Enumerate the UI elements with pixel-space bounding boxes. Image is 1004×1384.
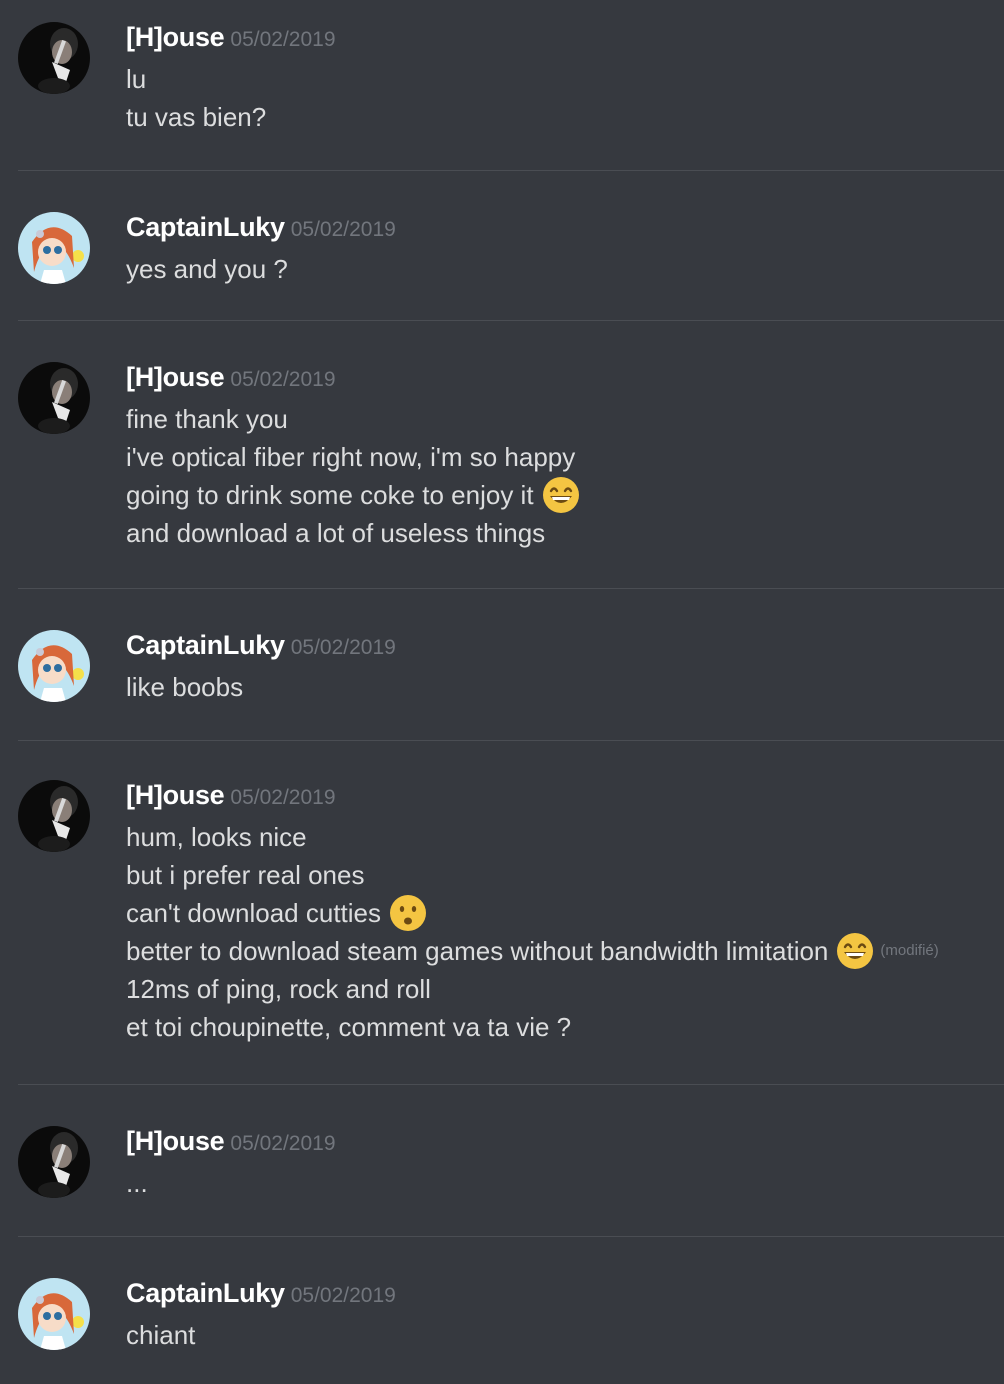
message-header: CaptainLuky 05/02/2019 [126, 212, 396, 248]
message-content: lu tu vas bien? [126, 60, 266, 136]
username[interactable]: [H]ouse [126, 22, 225, 52]
message-text: yes and you ? [126, 254, 288, 284]
captainluky-avatar[interactable] [18, 212, 90, 284]
message-text: and download a lot of useless things [126, 518, 546, 548]
username[interactable]: [H]ouse [126, 1126, 225, 1156]
message-line: fine thank you [126, 400, 580, 438]
message-line: but i prefer real ones [126, 856, 939, 894]
timestamp: 05/02/2019 [290, 218, 396, 241]
message-text: ... [126, 1168, 148, 1198]
message-divider [18, 740, 1004, 741]
grinning-smiling-eyes-icon[interactable] [836, 932, 874, 970]
message-divider [18, 1236, 1004, 1237]
timestamp: 05/02/2019 [290, 1284, 396, 1307]
message-text: 12ms of ping, rock and roll [126, 974, 431, 1004]
frowning-open-mouth-icon[interactable] [389, 894, 427, 932]
message-line: like boobs [126, 668, 243, 706]
username[interactable]: CaptainLuky [126, 1278, 285, 1308]
message-line: yes and you ? [126, 250, 288, 288]
message-line: can't download cutties [126, 894, 939, 932]
message-line: ... [126, 1164, 148, 1202]
house-avatar[interactable] [18, 1126, 90, 1198]
message-line: 12ms of ping, rock and roll [126, 970, 939, 1008]
timestamp: 05/02/2019 [230, 786, 336, 809]
captainluky-avatar[interactable] [18, 630, 90, 702]
message-header: [H]ouse 05/02/2019 [126, 1126, 336, 1162]
message-header: [H]ouse 05/02/2019 [126, 362, 336, 398]
house-avatar[interactable] [18, 22, 90, 94]
message-divider [18, 320, 1004, 321]
message-line: and download a lot of useless things [126, 514, 580, 552]
message-content: chiant [126, 1316, 195, 1354]
message-header: [H]ouse 05/02/2019 [126, 22, 336, 58]
timestamp: 05/02/2019 [230, 28, 336, 51]
message-content: yes and you ? [126, 250, 288, 288]
message-line: better to download steam games without b… [126, 932, 939, 970]
message-content: hum, looks nice but i prefer real ones can… [126, 818, 939, 1046]
message-content: fine thank you i've optical fiber right n… [126, 400, 580, 552]
message-text: et toi choupinette, comment va ta vie ? [126, 1012, 572, 1042]
message-divider [18, 1084, 1004, 1085]
message-line: going to drink some coke to enjoy it [126, 476, 580, 514]
username[interactable]: CaptainLuky [126, 630, 285, 660]
message-divider [18, 588, 1004, 589]
edited-label: (modifié) [880, 942, 939, 959]
grinning-smiling-eyes-icon[interactable] [542, 476, 580, 514]
message-text: tu vas bien? [126, 102, 267, 132]
username[interactable]: CaptainLuky [126, 212, 285, 242]
message-line: tu vas bien? [126, 98, 266, 136]
house-avatar[interactable] [18, 780, 90, 852]
message-text: going to drink some coke to enjoy it [126, 480, 534, 510]
message-text: better to download steam games without b… [126, 936, 829, 966]
message-header: CaptainLuky 05/02/2019 [126, 630, 396, 666]
message-text: like boobs [126, 672, 244, 702]
message-header: [H]ouse 05/02/2019 [126, 780, 336, 816]
message-text: i've optical fiber right now, i'm so hap… [126, 442, 576, 472]
timestamp: 05/02/2019 [230, 1132, 336, 1155]
message-line: et toi choupinette, comment va ta vie ? [126, 1008, 939, 1046]
message-content: like boobs [126, 668, 243, 706]
message-line: hum, looks nice [126, 818, 939, 856]
timestamp: 05/02/2019 [230, 368, 336, 391]
message-header: CaptainLuky 05/02/2019 [126, 1278, 396, 1314]
message-text: hum, looks nice [126, 822, 307, 852]
message-text: but i prefer real ones [126, 860, 365, 890]
message-text: chiant [126, 1320, 196, 1350]
message-text: lu [126, 64, 147, 94]
captainluky-avatar[interactable] [18, 1278, 90, 1350]
timestamp: 05/02/2019 [290, 636, 396, 659]
message-line: chiant [126, 1316, 195, 1354]
message-content: ... [126, 1164, 148, 1202]
username[interactable]: [H]ouse [126, 362, 225, 392]
message-line: i've optical fiber right now, i'm so hap… [126, 438, 580, 476]
username[interactable]: [H]ouse [126, 780, 225, 810]
message-divider [18, 170, 1004, 171]
message-text: fine thank you [126, 404, 288, 434]
message-text: can't download cutties [126, 898, 382, 928]
message-line: lu [126, 60, 266, 98]
house-avatar[interactable] [18, 362, 90, 434]
